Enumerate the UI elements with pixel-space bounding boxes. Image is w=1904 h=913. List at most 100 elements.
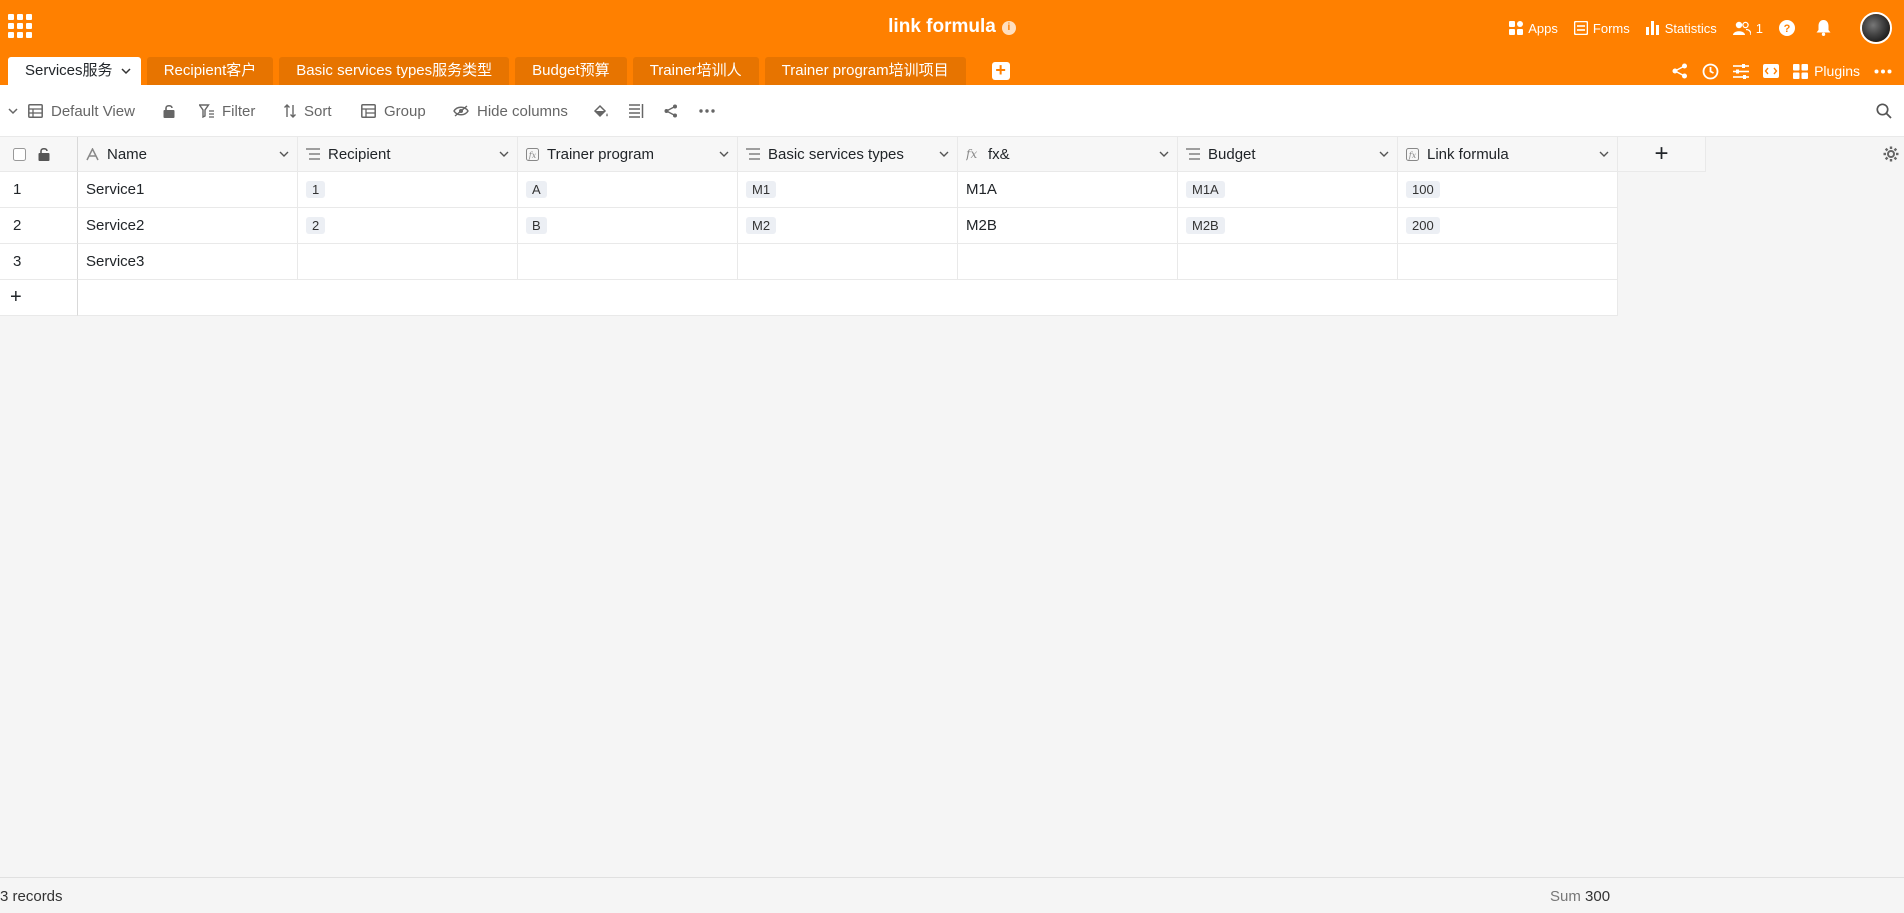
column-header-link-formula[interactable]: fx Link formula <box>1398 137 1618 172</box>
share-button[interactable] <box>1672 63 1688 79</box>
filter-icon <box>199 104 214 118</box>
column-header-recipient[interactable]: Recipient <box>298 137 518 172</box>
chevron-down-icon[interactable] <box>719 151 729 158</box>
add-row-area[interactable] <box>78 280 1618 316</box>
sum-value: 300 <box>1585 888 1611 905</box>
more-view-options-button[interactable] <box>699 85 723 137</box>
column-header-basic-services-types[interactable]: Basic services types <box>738 137 958 172</box>
link-tag: M1 <box>746 181 777 198</box>
forms-button[interactable]: Forms <box>1573 21 1630 36</box>
sum-summary[interactable]: Sum 300 <box>1550 888 1610 905</box>
row-height-button[interactable] <box>629 85 652 137</box>
column-header-budget[interactable]: Budget <box>1178 137 1398 172</box>
add-column-button[interactable]: + <box>1618 137 1706 172</box>
column-label: Trainer program <box>547 145 654 163</box>
value-tag: B <box>526 217 547 234</box>
lock-icon[interactable] <box>38 147 50 161</box>
cell-trainer-program[interactable]: B <box>518 208 738 244</box>
table-row[interactable]: 2 Service2 2 B M2 M2B M2B 200 <box>0 208 1618 244</box>
cell-recipient[interactable] <box>298 244 518 280</box>
fx-icon: fx <box>966 148 980 161</box>
column-header-trainer-program[interactable]: fx Trainer program <box>518 137 738 172</box>
cell-fx[interactable]: M2B <box>958 208 1178 244</box>
chevron-down-icon[interactable] <box>1599 151 1609 158</box>
info-icon[interactable]: i <box>1001 21 1016 35</box>
cell-name[interactable]: Service1 <box>78 172 298 208</box>
collaborators-button[interactable]: 1 <box>1732 21 1763 36</box>
chevron-down-icon[interactable] <box>499 151 509 158</box>
gear-icon[interactable] <box>1883 146 1899 166</box>
cell-fx[interactable] <box>958 244 1178 280</box>
tab-budget[interactable]: Budget预算 <box>515 57 627 85</box>
add-row-button[interactable]: + <box>0 280 78 316</box>
cell-fx[interactable]: M1A <box>958 172 1178 208</box>
sort-button[interactable]: Sort <box>284 85 332 137</box>
cell-basic-services-types[interactable]: M1 <box>738 172 958 208</box>
help-button[interactable]: ? <box>1779 20 1800 36</box>
tab-trainer[interactable]: Trainer培训人 <box>632 57 759 85</box>
tab-label: Trainer培训人 <box>649 62 742 79</box>
select-all-checkbox[interactable] <box>13 147 26 161</box>
chevron-down-icon[interactable] <box>1379 151 1389 158</box>
cell-link-formula[interactable]: 100 <box>1398 172 1618 208</box>
tab-trainer-program[interactable]: Trainer program培训项目 <box>764 57 966 85</box>
cell-recipient[interactable]: 2 <box>298 208 518 244</box>
hide-columns-button[interactable]: Hide columns <box>453 85 568 137</box>
share-view-button[interactable] <box>664 85 686 137</box>
link-tag: M1A <box>1186 181 1225 198</box>
cell-name[interactable]: Service2 <box>78 208 298 244</box>
row-color-button[interactable] <box>593 85 617 137</box>
chevron-down-icon[interactable] <box>939 151 949 158</box>
link-tag: M2 <box>746 217 777 234</box>
chevron-down-icon[interactable] <box>121 57 131 85</box>
plugins-button[interactable]: Plugins <box>1793 63 1860 79</box>
cell-budget[interactable]: M2B <box>1178 208 1398 244</box>
link-tag: 2 <box>306 217 326 234</box>
cell-link-formula[interactable]: 200 <box>1398 208 1618 244</box>
row-index[interactable]: 3 <box>0 244 78 280</box>
table-row[interactable]: 1 Service1 1 A M1 M1A M1A 100 <box>0 172 1618 208</box>
tab-basic-services-types[interactable]: Basic services types服务类型 <box>279 57 510 85</box>
history-button[interactable] <box>1702 63 1719 80</box>
column-header-fx[interactable]: fx fx& <box>958 137 1178 172</box>
column-label: Budget <box>1208 145 1256 163</box>
cell-basic-services-types[interactable]: M2 <box>738 208 958 244</box>
row-index[interactable]: 2 <box>0 208 78 244</box>
cell-recipient[interactable]: 1 <box>298 172 518 208</box>
chevron-down-icon[interactable] <box>279 151 289 158</box>
sort-label: Sort <box>304 102 332 120</box>
cell-budget[interactable]: M1A <box>1178 172 1398 208</box>
records-count: 3 records <box>0 888 63 905</box>
group-button[interactable]: Group <box>361 85 426 137</box>
group-label: Group <box>384 102 426 120</box>
add-table-button[interactable]: + <box>991 61 1010 80</box>
cell-value: Service3 <box>86 253 145 270</box>
tab-label: Services服务 <box>25 62 113 79</box>
tab-recipient[interactable]: Recipient客户 <box>146 57 274 85</box>
view-switcher[interactable]: Default View <box>8 85 135 137</box>
statistics-label: Statistics <box>1664 20 1717 36</box>
tab-services[interactable]: Services服务 <box>8 57 141 85</box>
column-header-name[interactable]: Name <box>78 137 298 172</box>
statistics-button[interactable]: Statistics <box>1645 20 1717 36</box>
user-avatar[interactable] <box>1860 12 1892 44</box>
table-tabs: Services服务 Recipient客户 Basic services ty… <box>8 57 1010 85</box>
cell-basic-services-types[interactable] <box>738 244 958 280</box>
settings-button[interactable] <box>1733 63 1750 79</box>
filter-button[interactable]: Filter <box>199 85 255 137</box>
script-button[interactable] <box>1763 64 1780 78</box>
paint-bucket-icon <box>593 104 608 117</box>
cell-budget[interactable] <box>1178 244 1398 280</box>
table-row[interactable]: 3 Service3 <box>0 244 1618 280</box>
notifications-button[interactable] <box>1816 20 1836 36</box>
cell-name[interactable]: Service3 <box>78 244 298 280</box>
cell-trainer-program[interactable]: A <box>518 172 738 208</box>
more-options-button[interactable] <box>1874 69 1892 74</box>
search-button[interactable] <box>1876 85 1900 137</box>
cell-link-formula[interactable] <box>1398 244 1618 280</box>
cell-trainer-program[interactable] <box>518 244 738 280</box>
lock-view-button[interactable] <box>163 85 183 137</box>
apps-button[interactable]: Apps <box>1509 21 1558 36</box>
chevron-down-icon[interactable] <box>1159 151 1169 158</box>
row-index[interactable]: 1 <box>0 172 78 208</box>
